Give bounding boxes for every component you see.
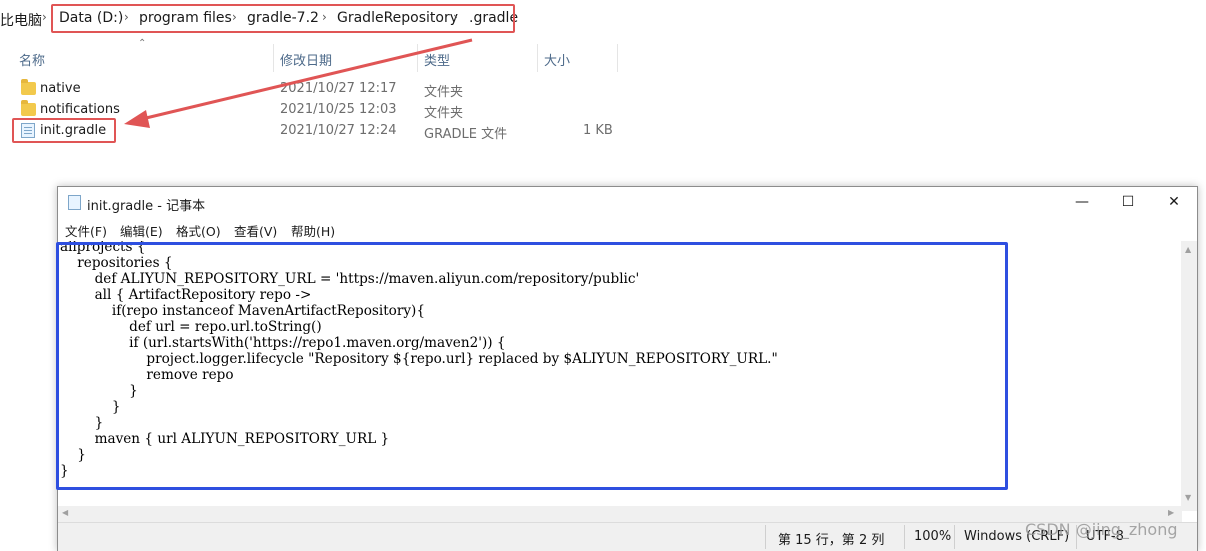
column-header-size[interactable]: 大小 [544, 50, 570, 69]
menu-format[interactable]: 格式(O) [176, 221, 221, 240]
column-header-type[interactable]: 类型 [424, 50, 450, 69]
file-date: 2021/10/25 12:03 [280, 102, 397, 117]
scroll-right-icon[interactable]: ▶ [1168, 508, 1174, 517]
close-button[interactable]: ✕ [1151, 187, 1197, 217]
file-name: native [40, 81, 81, 96]
file-type: 文件夹 [424, 106, 464, 121]
notepad-window: init.gradle - 记事本 — ☐ ✕ 文件(F) 编辑(E) 格式(O… [56, 186, 1198, 551]
zoom-level: 100% [914, 529, 952, 544]
status-divider [765, 525, 766, 549]
notepad-icon [68, 195, 81, 210]
chevron-right-icon[interactable]: › [42, 10, 47, 24]
menu-file[interactable]: 文件(F) [65, 221, 107, 240]
scroll-left-icon[interactable]: ◀ [62, 508, 68, 517]
window-title: init.gradle - 记事本 [87, 199, 206, 214]
file-name: notifications [40, 102, 120, 117]
menu-bar: 文件(F) 编辑(E) 格式(O) 查看(V) 帮助(H) [58, 219, 1197, 241]
menu-view[interactable]: 查看(V) [234, 221, 277, 240]
file-date: 2021/10/27 12:17 [280, 81, 397, 96]
column-divider[interactable] [417, 44, 418, 72]
notepad-titlebar[interactable]: init.gradle - 记事本 — ☐ ✕ [58, 187, 1197, 219]
column-divider[interactable] [273, 44, 274, 72]
file-row[interactable]: native 2021/10/27 12:17 文件夹 [0, 79, 640, 100]
file-date: 2021/10/27 12:24 [280, 123, 397, 138]
scroll-down-icon[interactable]: ▼ [1185, 493, 1191, 502]
address-annotation-box [51, 4, 515, 33]
file-size: 1 KB [583, 123, 613, 138]
maximize-button[interactable]: ☐ [1105, 187, 1151, 217]
file-type: 文件夹 [424, 85, 464, 100]
file-annotation-box [12, 118, 116, 143]
watermark: CSDN @jing_zhong [1025, 520, 1178, 539]
column-header-name[interactable]: 名称 [19, 50, 45, 69]
column-divider[interactable] [617, 44, 618, 72]
folder-icon [21, 79, 36, 95]
code-annotation-box [56, 242, 1008, 490]
horizontal-scrollbar[interactable]: ◀ ▶ [58, 506, 1182, 522]
sort-up-icon: ⌃ [138, 38, 147, 49]
menu-edit[interactable]: 编辑(E) [120, 221, 163, 240]
cursor-position: 第 15 行，第 2 列 [778, 533, 885, 548]
menu-help[interactable]: 帮助(H) [291, 221, 335, 240]
minimize-button[interactable]: — [1059, 187, 1105, 217]
status-divider [904, 525, 905, 549]
breadcrumb-root[interactable]: 比电脑 [0, 10, 42, 30]
column-header-date[interactable]: 修改日期 [280, 50, 332, 69]
file-type: GRADLE 文件 [424, 127, 508, 142]
folder-icon [21, 100, 36, 116]
scroll-up-icon[interactable]: ▲ [1185, 245, 1191, 254]
column-divider[interactable] [537, 44, 538, 72]
vertical-scrollbar[interactable]: ▲ ▼ [1181, 241, 1197, 511]
status-divider [954, 525, 955, 549]
